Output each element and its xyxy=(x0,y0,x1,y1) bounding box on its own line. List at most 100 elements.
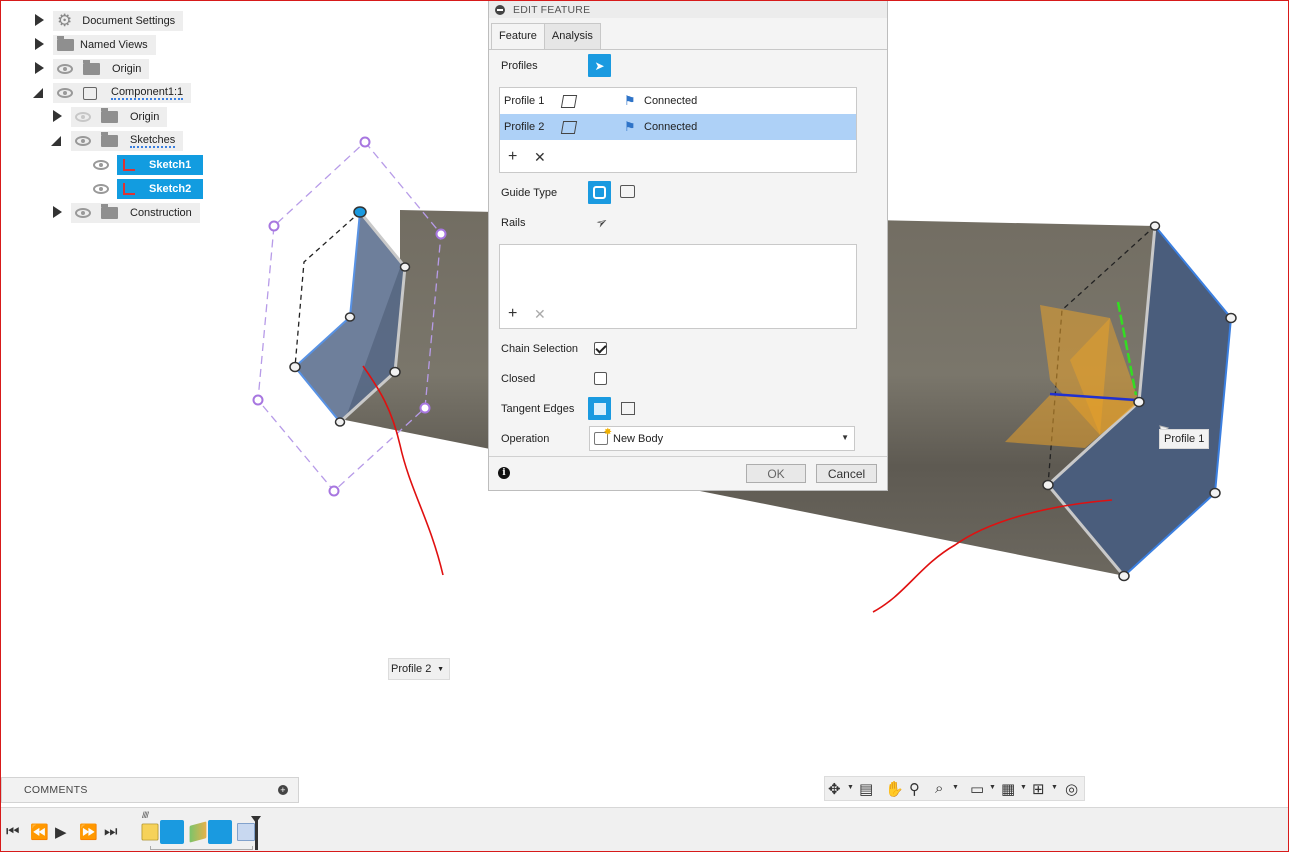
zoom-icon[interactable]: ⚲ xyxy=(909,780,920,798)
profiles-select-button[interactable]: ➤ xyxy=(588,54,611,77)
chevron-down-icon[interactable]: ▼ xyxy=(847,784,854,791)
display-settings-icon[interactable]: ▭ xyxy=(970,780,984,798)
expand-arrow-icon[interactable] xyxy=(35,38,44,50)
edit-feature-dialog: EDIT FEATURE Feature Analysis Profiles ➤… xyxy=(488,0,888,491)
browser-item-component[interactable]: Component1:1 xyxy=(53,83,192,103)
add-rail-icon[interactable]: + xyxy=(508,305,517,323)
grid-icon[interactable]: ▦ xyxy=(1001,780,1015,798)
cursor-arrow-icon: ➤ xyxy=(594,58,605,73)
info-icon[interactable]: i xyxy=(498,467,510,479)
profile-1-tag[interactable]: Profile 1 xyxy=(1159,429,1210,449)
profile-continuity-icon[interactable] xyxy=(560,120,578,134)
browser-item-component-origin[interactable]: Origin xyxy=(71,107,168,127)
profiles-list: Profile 1 ⚑ Connected Profile 2 ⚑ Connec… xyxy=(499,87,857,173)
profile-status: Connected xyxy=(644,121,698,133)
timeline-component-icon[interactable] xyxy=(141,823,159,841)
browser-item-named-views[interactable]: Named Views xyxy=(53,35,156,55)
browser-item-sketch2[interactable]: Sketch2 xyxy=(89,179,203,199)
tab-analysis[interactable]: Analysis xyxy=(543,23,601,50)
browser-item-label: Document Settings xyxy=(82,15,176,27)
eye-icon[interactable] xyxy=(57,88,73,98)
chevron-down-icon[interactable]: ▼ xyxy=(1020,784,1027,791)
profile-name: Profile 2 xyxy=(504,121,545,133)
profile-row-2[interactable]: Profile 2 ⚑ Connected xyxy=(500,114,856,140)
profile-row-1[interactable]: Profile 1 ⚑ Connected xyxy=(500,88,856,114)
rails-list: + ✕ xyxy=(499,244,857,329)
orbit-icon[interactable]: ✥ xyxy=(828,780,841,798)
step-back-icon[interactable]: ⏪ xyxy=(30,823,49,841)
cancel-button[interactable]: Cancel xyxy=(816,464,877,483)
sketch2-label: Sketch2 xyxy=(117,179,203,199)
profile-continuity-icon[interactable] xyxy=(560,94,578,108)
viewports-icon[interactable]: ⊞ xyxy=(1032,780,1045,798)
add-profile-icon[interactable]: + xyxy=(508,148,517,166)
sketch-icon xyxy=(123,159,135,171)
rails-guide-icon xyxy=(593,186,606,199)
play-icon[interactable]: ▶ xyxy=(55,823,67,841)
pan-icon[interactable]: ✋ xyxy=(885,780,904,798)
comments-panel[interactable]: COMMENTS + xyxy=(1,777,299,803)
eye-hidden-icon[interactable] xyxy=(75,112,91,122)
timeline-loft-icon[interactable] xyxy=(237,823,255,841)
zoom-window-icon[interactable]: ⌕ xyxy=(935,780,943,797)
chevron-down-icon[interactable]: ▼ xyxy=(952,784,959,791)
eye-icon[interactable] xyxy=(75,136,91,146)
tab-divider xyxy=(489,49,887,50)
browser-item-sketch1[interactable]: Sketch1 xyxy=(89,155,203,175)
environment-icon[interactable]: ◎ xyxy=(1065,780,1078,798)
browser-item-origin[interactable]: Origin xyxy=(53,59,150,79)
chevron-down-icon: ▼ xyxy=(841,433,849,442)
eye-icon[interactable] xyxy=(93,184,109,194)
timeline-plane-icon[interactable] xyxy=(189,821,207,843)
folder-icon xyxy=(83,60,100,75)
rails-select-cursor-icon[interactable]: ➢ xyxy=(593,212,612,233)
guide-type-label: Guide Type xyxy=(501,187,558,199)
collapse-dialog-icon[interactable] xyxy=(495,4,505,15)
browser-item-construction[interactable]: Construction xyxy=(71,203,200,223)
dialog-title-bar[interactable]: EDIT FEATURE xyxy=(489,1,887,18)
collapse-arrow-icon[interactable] xyxy=(51,136,61,146)
profile-2-dropdown[interactable]: Profile 2 ▼ xyxy=(388,658,450,680)
tangent-edges-merge-button[interactable] xyxy=(588,397,611,420)
step-forward-icon[interactable]: ⏩ xyxy=(79,823,98,841)
timeline-bar: ⏮ ⏪ ▶ ⏩ ⏭ //// xyxy=(0,807,1289,852)
expand-arrow-icon[interactable] xyxy=(35,14,44,26)
chevron-down-icon[interactable]: ▼ xyxy=(1051,784,1058,791)
operation-select[interactable]: ✸ New Body ▼ xyxy=(589,426,855,451)
profile-name: Profile 1 xyxy=(504,95,545,107)
timeline-sketch1-icon[interactable] xyxy=(160,820,184,844)
profile-status: Connected xyxy=(644,95,698,107)
dialog-title: EDIT FEATURE xyxy=(513,3,591,16)
closed-checkbox[interactable] xyxy=(594,372,607,385)
remove-rail-icon[interactable]: ✕ xyxy=(534,306,546,323)
browser-item-document-settings[interactable]: ⚙ Document Settings xyxy=(53,11,184,31)
look-at-icon[interactable]: ▤ xyxy=(859,780,873,798)
expand-arrow-icon[interactable] xyxy=(53,206,62,218)
sketch-icon xyxy=(123,183,135,195)
chain-selection-label: Chain Selection xyxy=(501,343,579,355)
ok-button[interactable]: OK xyxy=(746,464,806,483)
chevron-down-icon[interactable]: ▼ xyxy=(989,784,996,791)
eye-icon[interactable] xyxy=(93,160,109,170)
connected-flag-icon: ⚑ xyxy=(624,93,636,108)
closed-label: Closed xyxy=(501,373,536,385)
expand-arrow-icon[interactable] xyxy=(35,62,44,74)
chain-selection-checkbox[interactable] xyxy=(594,342,607,355)
eye-icon[interactable] xyxy=(75,208,91,218)
go-to-end-icon[interactable]: ⏭ xyxy=(104,823,118,840)
browser-item-sketches[interactable]: Sketches xyxy=(71,131,184,151)
remove-profile-icon[interactable]: ✕ xyxy=(534,149,546,166)
expand-arrow-icon[interactable] xyxy=(53,110,62,122)
keep-edges-icon[interactable] xyxy=(621,402,635,415)
timeline-marker-head xyxy=(251,816,261,823)
guide-type-rails-button[interactable] xyxy=(588,181,611,204)
eye-icon[interactable] xyxy=(57,64,73,74)
folder-icon xyxy=(101,132,118,147)
folder-icon xyxy=(101,108,118,123)
timeline-sketch2-icon[interactable] xyxy=(208,820,232,844)
collapse-arrow-icon[interactable] xyxy=(33,88,43,98)
guide-type-centerline-icon[interactable] xyxy=(620,185,635,198)
add-comment-icon[interactable]: + xyxy=(278,785,288,795)
tab-feature[interactable]: Feature xyxy=(491,23,545,50)
go-to-start-icon[interactable]: ⏮ xyxy=(6,823,20,840)
